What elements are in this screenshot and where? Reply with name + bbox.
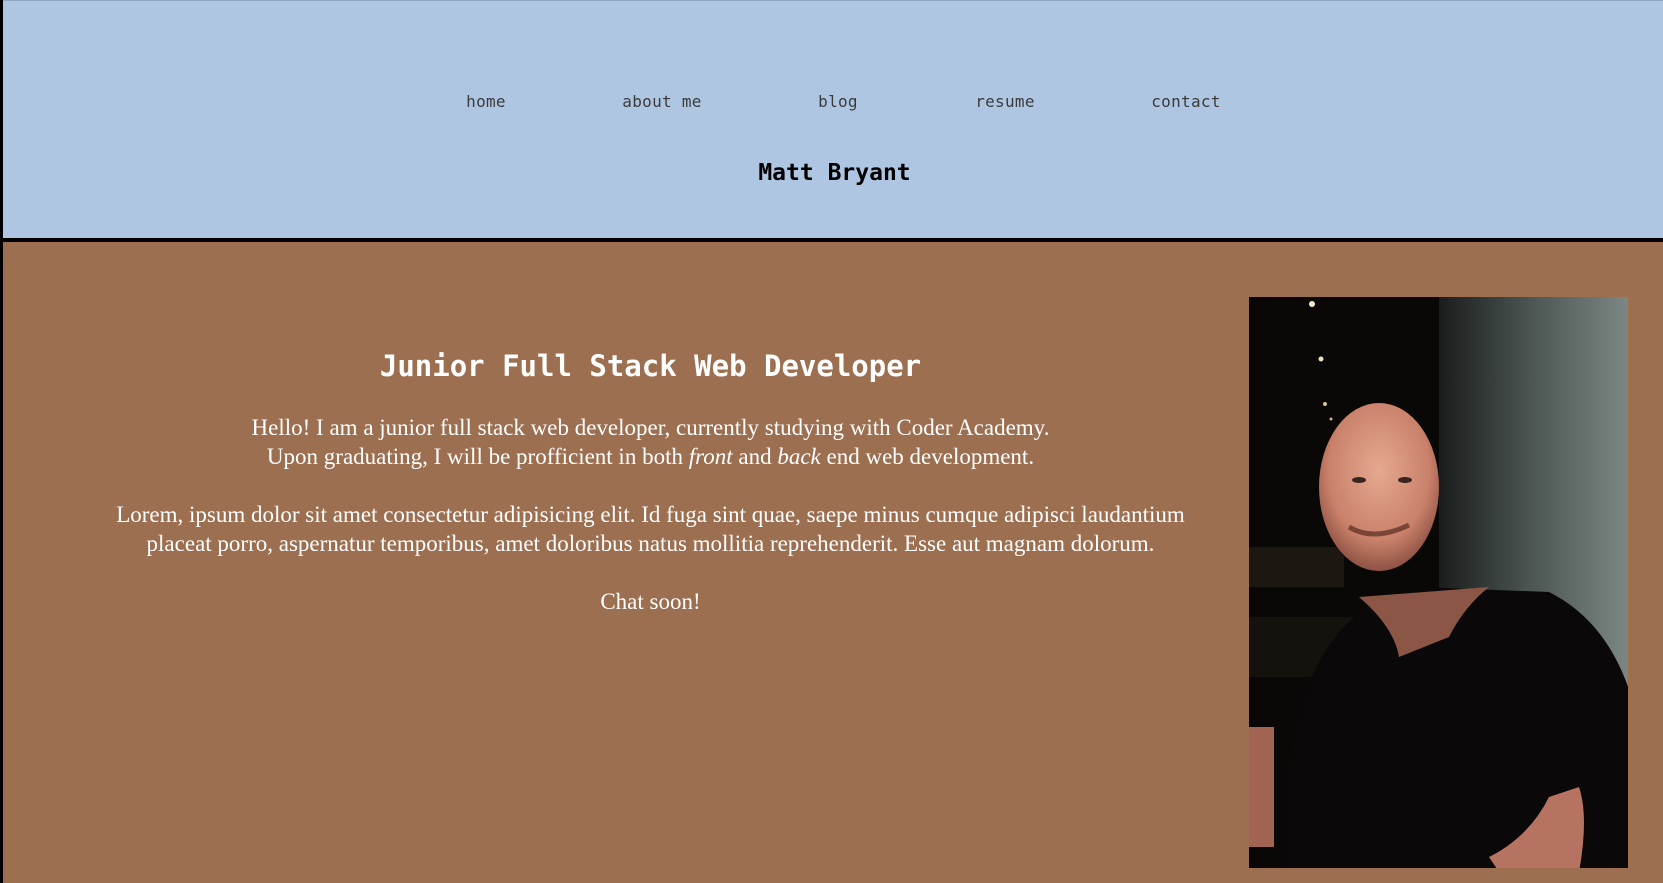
- intro-line-2c: end web development.: [820, 444, 1035, 469]
- intro-line-1: Hello! I am a junior full stack web deve…: [251, 415, 1050, 440]
- header-top-line: [3, 0, 1663, 1]
- nav-link-resume[interactable]: resume: [975, 92, 1035, 111]
- nav-link-about-me[interactable]: about me: [622, 92, 701, 111]
- nav-link-contact[interactable]: contact: [1151, 92, 1221, 111]
- intro-back-emphasis: back: [777, 444, 821, 469]
- page: home about me blog resume contact Matt B…: [0, 0, 1663, 883]
- intro-line-2a: Upon graduating, I will be profficient i…: [266, 444, 689, 469]
- role-heading: Junior Full Stack Web Developer: [379, 349, 922, 383]
- main-nav: home about me blog resume contact: [3, 92, 1663, 116]
- intro-front-emphasis: front: [688, 444, 733, 469]
- nav-link-blog[interactable]: blog: [818, 92, 858, 111]
- site-title: Matt Bryant: [758, 160, 911, 186]
- site-header: home about me blog resume contact Matt B…: [0, 0, 1663, 242]
- profile-photo-illustration: [1249, 297, 1628, 868]
- signoff-paragraph: Chat soon!: [600, 589, 701, 614]
- intro-line-2b: and: [732, 444, 778, 469]
- profile-photo: [1249, 297, 1628, 868]
- intro-paragraph: Hello! I am a junior full stack web deve…: [3, 413, 1298, 471]
- intro-text: Hello! I am a junior full stack web deve…: [3, 413, 1298, 645]
- lorem-paragraph: Lorem, ipsum dolor sit amet consectetur …: [116, 502, 1185, 556]
- nav-link-home[interactable]: home: [466, 92, 506, 111]
